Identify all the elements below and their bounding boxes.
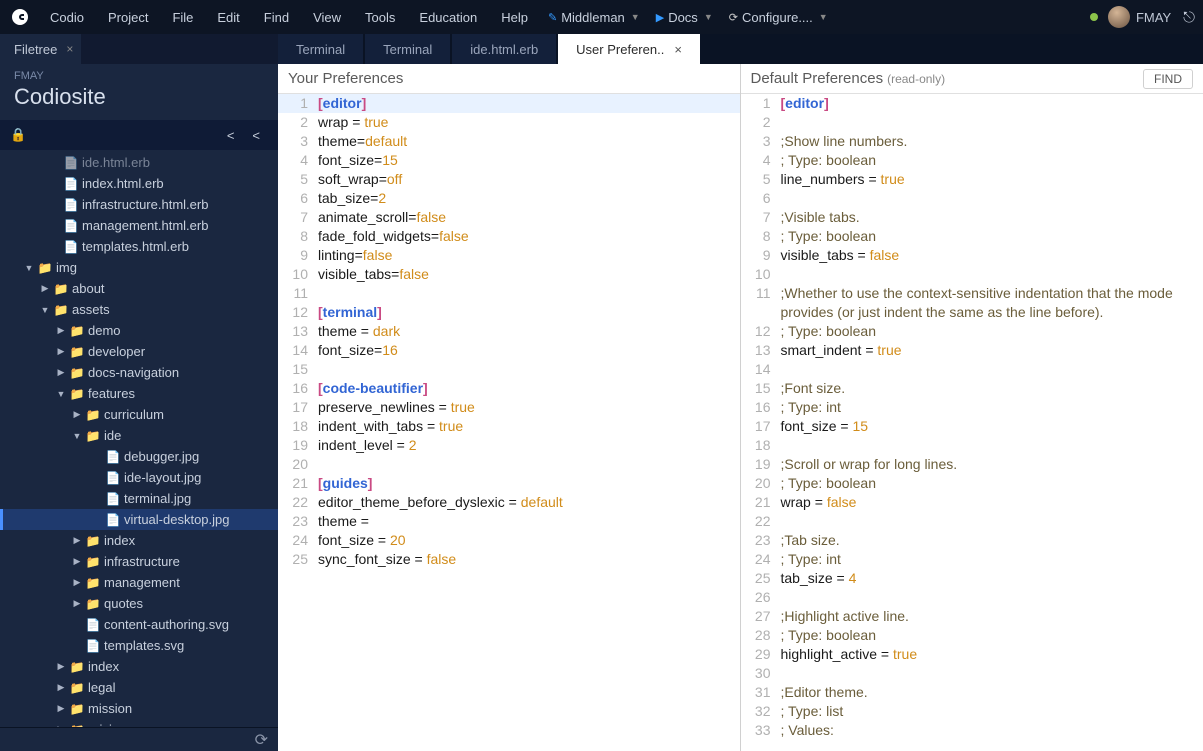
menu-view[interactable]: View	[301, 10, 353, 25]
tree-folder[interactable]: ▶📁mission	[0, 698, 278, 719]
tab-userpreferen[interactable]: User Preferen..×	[558, 34, 701, 64]
menu-education[interactable]: Education	[407, 10, 489, 25]
panel-tabstrip: Filetree ×	[0, 34, 278, 64]
tree-folder[interactable]: ▼📁img	[0, 257, 278, 278]
config-middleman[interactable]: ✎Middleman▼	[540, 10, 648, 25]
tree-file[interactable]: 📄debugger.jpg	[0, 446, 278, 467]
tree-folder[interactable]: ▶📁about	[0, 278, 278, 299]
menu-file[interactable]: File	[160, 10, 205, 25]
signout-icon[interactable]: ⎋	[1183, 9, 1195, 26]
find-button[interactable]: FIND	[1143, 69, 1193, 89]
right-editor[interactable]: 1[editor]23;Show line numbers.4; Type: b…	[741, 94, 1203, 751]
tree-folder[interactable]: ▶📁quotes	[0, 593, 278, 614]
menu-find[interactable]: Find	[252, 10, 301, 25]
tree-folder[interactable]: ▶📁index	[0, 530, 278, 551]
tab-terminal[interactable]: Terminal	[365, 34, 451, 64]
tree-folder[interactable]: ▶📁developer	[0, 341, 278, 362]
editor-tabs: TerminalTerminalide.html.erbUser Prefere…	[278, 34, 1203, 64]
right-pane-title: Default Preferences (read-only) FIND	[741, 64, 1203, 94]
tree-file[interactable]: 📄ide.html.erb	[0, 152, 278, 173]
org-label: FMAY	[0, 64, 278, 84]
menu-tools[interactable]: Tools	[353, 10, 407, 25]
tree-file[interactable]: 📄content-authoring.svg	[0, 614, 278, 635]
lock-icon[interactable]: 🔒	[10, 127, 26, 143]
share-icon[interactable]: <	[227, 128, 235, 143]
tree-folder[interactable]: ▼📁ide	[0, 425, 278, 446]
tree-folder[interactable]: ▶📁legal	[0, 677, 278, 698]
left-pane-title: Your Preferences	[278, 64, 740, 94]
tree-file[interactable]: 📄index.html.erb	[0, 173, 278, 194]
tree-folder[interactable]: ▶📁management	[0, 572, 278, 593]
menu-codio[interactable]: Codio	[38, 10, 96, 25]
avatar[interactable]	[1108, 6, 1130, 28]
config-docs[interactable]: ▶Docs▼	[648, 10, 721, 25]
left-editor[interactable]: 1[editor]2wrap = true3theme=default4font…	[278, 94, 740, 751]
menu-help[interactable]: Help	[489, 10, 540, 25]
tree-file[interactable]: 📄ide-layout.jpg	[0, 467, 278, 488]
status-dot	[1090, 13, 1098, 21]
tree-file[interactable]: 📄templates.svg	[0, 635, 278, 656]
tab-terminal[interactable]: Terminal	[278, 34, 364, 64]
tree-footer: ⟳	[0, 727, 278, 751]
tree-file[interactable]: 📄infrastructure.html.erb	[0, 194, 278, 215]
tree-folder[interactable]: ▶📁index	[0, 656, 278, 677]
menu-project[interactable]: Project	[96, 10, 160, 25]
app-logo[interactable]	[8, 5, 32, 29]
file-tree[interactable]: 📄ide.html.erb📄index.html.erb📄infrastruct…	[0, 150, 278, 727]
close-icon[interactable]: ×	[674, 42, 682, 57]
tree-folder[interactable]: ▼📁features	[0, 383, 278, 404]
project-title: Codiosite	[0, 84, 278, 120]
editor-area: TerminalTerminalide.html.erbUser Prefere…	[278, 34, 1203, 751]
tree-folder[interactable]: ▶📁docs-navigation	[0, 362, 278, 383]
tab-idehtmlerb[interactable]: ide.html.erb	[452, 34, 557, 64]
sidebar: Filetree × FMAY Codiosite 🔒 < < 📄ide.htm…	[0, 34, 278, 751]
panel-tab-filetree[interactable]: Filetree ×	[0, 34, 81, 64]
tree-file[interactable]: 📄virtual-desktop.jpg	[0, 509, 278, 530]
top-menubar: CodioProjectFileEditFindViewToolsEducati…	[0, 0, 1203, 34]
username[interactable]: FMAY	[1136, 10, 1171, 25]
tree-folder[interactable]: ▶📁demo	[0, 320, 278, 341]
left-pane: Your Preferences 1[editor]2wrap = true3t…	[278, 64, 741, 751]
refresh-icon[interactable]: ⟳	[255, 730, 268, 750]
share2-icon[interactable]: <	[252, 128, 260, 143]
tree-toolbar: 🔒 < <	[0, 120, 278, 150]
right-pane: Default Preferences (read-only) FIND 1[e…	[741, 64, 1203, 751]
tree-folder[interactable]: ▶📁pricing	[0, 719, 278, 727]
config-configure[interactable]: ⟳Configure....▼	[721, 10, 836, 25]
tree-file[interactable]: 📄management.html.erb	[0, 215, 278, 236]
tree-folder[interactable]: ▶📁infrastructure	[0, 551, 278, 572]
tree-folder[interactable]: ▶📁curriculum	[0, 404, 278, 425]
tree-file[interactable]: 📄terminal.jpg	[0, 488, 278, 509]
tree-folder[interactable]: ▼📁assets	[0, 299, 278, 320]
tree-file[interactable]: 📄templates.html.erb	[0, 236, 278, 257]
menu-edit[interactable]: Edit	[205, 10, 251, 25]
close-icon[interactable]: ×	[66, 42, 73, 56]
